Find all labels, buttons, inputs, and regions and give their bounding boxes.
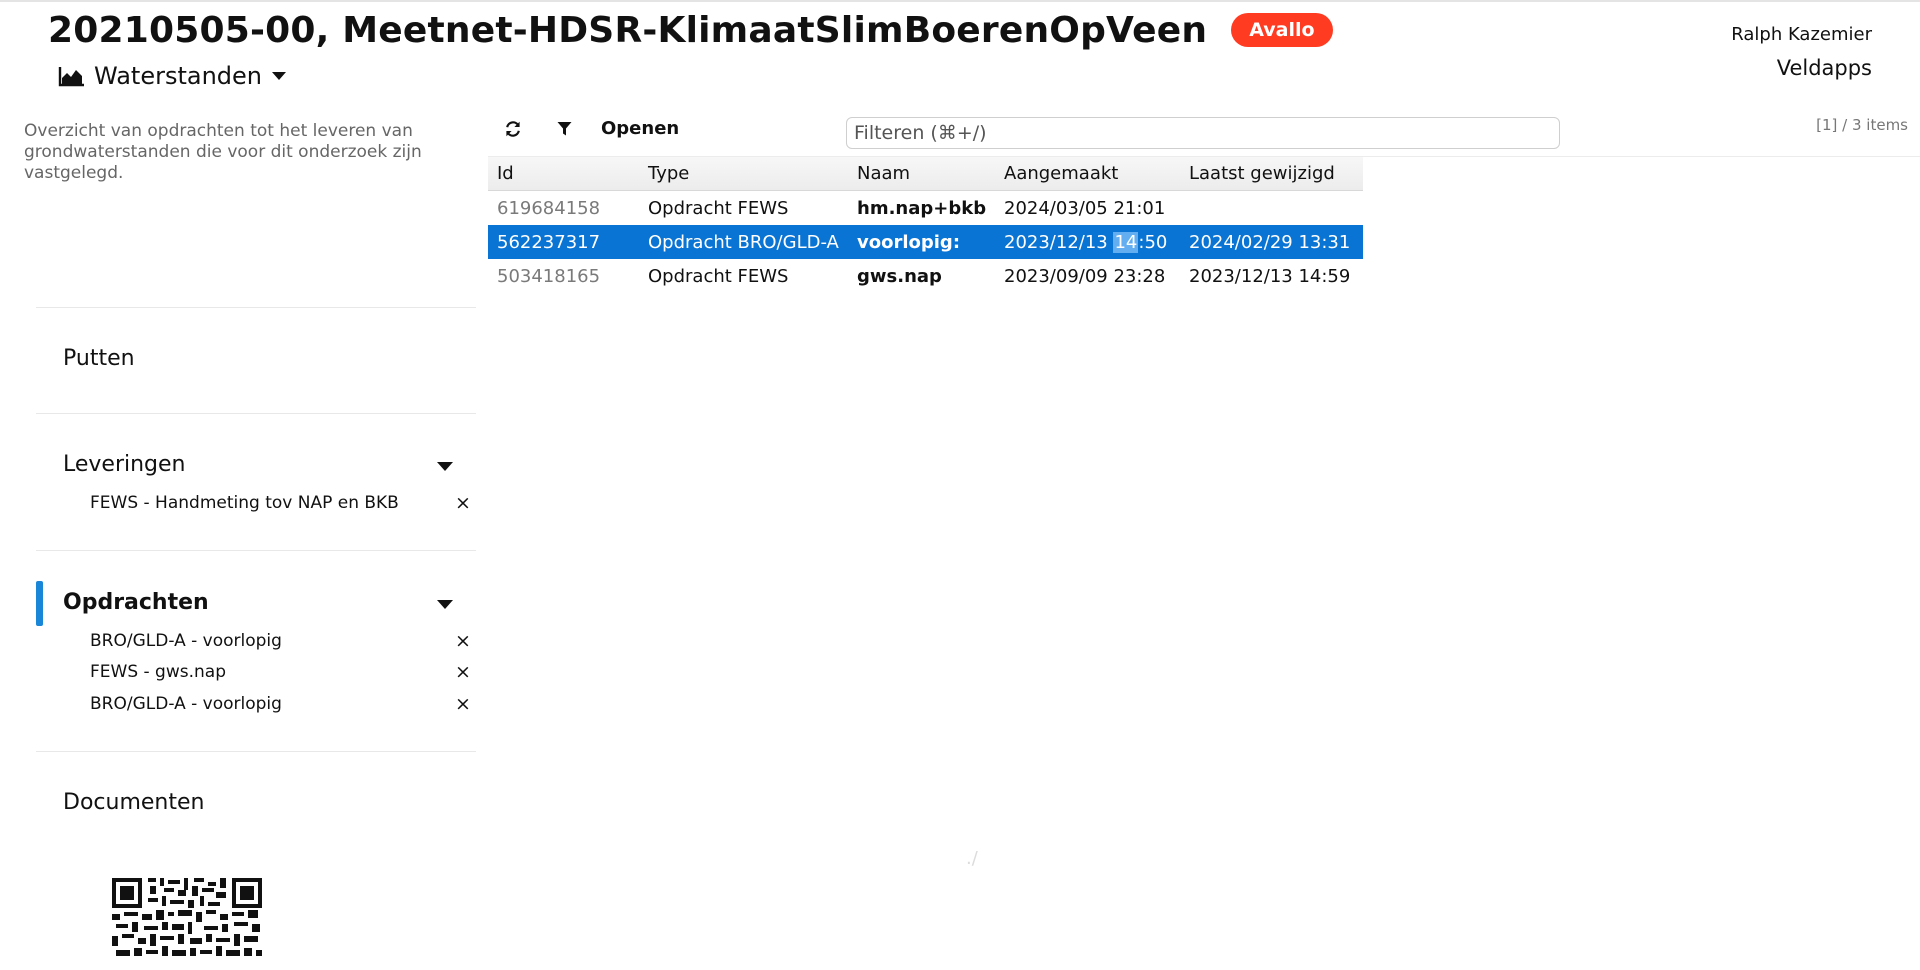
user-name[interactable]: Ralph Kazemier (1731, 24, 1872, 45)
filter-button[interactable] (553, 118, 575, 140)
cell-id: 503418165 (497, 265, 601, 287)
cell-aangemaakt: 2023/12/13 14:50 (994, 225, 1179, 259)
column-header-id[interactable]: Id (488, 157, 638, 190)
sidebar-section-putten[interactable]: Putten (63, 346, 135, 371)
sidebar-section-opdrachten[interactable]: Opdrachten (63, 590, 209, 615)
cell-naam: voorlopig: (857, 231, 961, 253)
sidebar-divider (36, 751, 476, 752)
remove-icon[interactable]: × (455, 695, 471, 714)
table-header: Id Type Naam Aangemaakt Laatst gewijzigd (488, 157, 1363, 191)
faint-path-mark: ./ (966, 848, 978, 869)
chevron-down-icon[interactable] (437, 462, 453, 471)
cell-laatst-gewijzigd (1179, 191, 1363, 225)
sidebar-item-opdracht[interactable]: FEWS - gws.nap (90, 662, 226, 682)
cell-aangemaakt-minutes: :50 (1138, 231, 1168, 253)
cell-laatst-gewijzigd: 2023/12/13 14:59 (1189, 265, 1351, 287)
sidebar-divider (36, 413, 476, 414)
column-header-type[interactable]: Type (638, 157, 847, 190)
funnel-icon (557, 122, 571, 136)
active-section-indicator (36, 581, 43, 626)
qr-code (112, 878, 262, 956)
remove-icon[interactable]: × (455, 663, 471, 682)
refresh-button[interactable] (502, 118, 524, 140)
cell-type: Opdracht FEWS (648, 265, 789, 287)
page-description: Overzicht van opdrachten tot het leveren… (24, 121, 422, 183)
window-top-border (0, 0, 1920, 2)
filter-input[interactable] (846, 117, 1560, 149)
section-dropdown-label: Waterstanden (94, 62, 262, 90)
refresh-icon (506, 121, 520, 137)
text-selection: 14 (1113, 231, 1139, 253)
app-name[interactable]: Veldapps (1777, 56, 1872, 80)
item-count: [1] / 3 items (1816, 116, 1908, 134)
page-title: 20210505-00, Meetnet-HDSR-KlimaatSlimBoe… (48, 10, 1208, 51)
cell-aangemaakt-date: 2023/12/13 (1004, 231, 1114, 253)
cell-naam: hm.nap+bkb (857, 197, 987, 219)
column-header-naam[interactable]: Naam (847, 157, 994, 190)
sidebar-divider (36, 550, 476, 551)
opdrachten-table: Id Type Naam Aangemaakt Laatst gewijzigd… (488, 157, 1363, 293)
chevron-down-icon[interactable] (437, 600, 453, 609)
cell-naam: gws.nap (857, 265, 942, 287)
remove-icon[interactable]: × (455, 494, 471, 513)
cell-laatst-gewijzigd: 2024/02/29 13:31 (1189, 231, 1351, 253)
remove-icon[interactable]: × (455, 632, 471, 651)
cell-id: 562237317 (497, 231, 601, 253)
cell-type: Opdracht FEWS (648, 197, 789, 219)
organisation-badge[interactable]: Avallo (1231, 12, 1333, 47)
sidebar-divider (36, 307, 476, 308)
table-row-selected[interactable]: 562237317 Opdracht BRO/GLD-A voorlopig: … (488, 225, 1363, 259)
cell-type: Opdracht BRO/GLD-A (648, 231, 839, 253)
sidebar-section-leveringen[interactable]: Leveringen (63, 452, 186, 477)
column-header-aangemaakt[interactable]: Aangemaakt (994, 157, 1179, 190)
sidebar-item-opdracht[interactable]: BRO/GLD-A - voorlopig (90, 631, 282, 651)
sidebar-item-opdracht[interactable]: BRO/GLD-A - voorlopig (90, 694, 282, 714)
table-row[interactable]: 619684158 Opdracht FEWS hm.nap+bkb 2024/… (488, 191, 1363, 225)
cell-aangemaakt: 2023/09/09 23:28 (1004, 265, 1166, 287)
area-chart-icon (58, 67, 84, 87)
section-dropdown[interactable]: Waterstanden (58, 62, 286, 90)
open-button[interactable]: Openen (601, 118, 679, 139)
cell-id: 619684158 (497, 197, 601, 219)
header: 20210505-00, Meetnet-HDSR-KlimaatSlimBoe… (48, 10, 1333, 51)
column-header-laatst-gewijzigd[interactable]: Laatst gewijzigd (1179, 157, 1363, 190)
sidebar-item-levering[interactable]: FEWS - Handmeting tov NAP en BKB (90, 493, 399, 513)
chevron-down-icon (272, 72, 286, 80)
table-row[interactable]: 503418165 Opdracht FEWS gws.nap 2023/09/… (488, 259, 1363, 293)
sidebar-section-documenten[interactable]: Documenten (63, 790, 204, 815)
cell-aangemaakt: 2024/03/05 21:01 (1004, 197, 1166, 219)
